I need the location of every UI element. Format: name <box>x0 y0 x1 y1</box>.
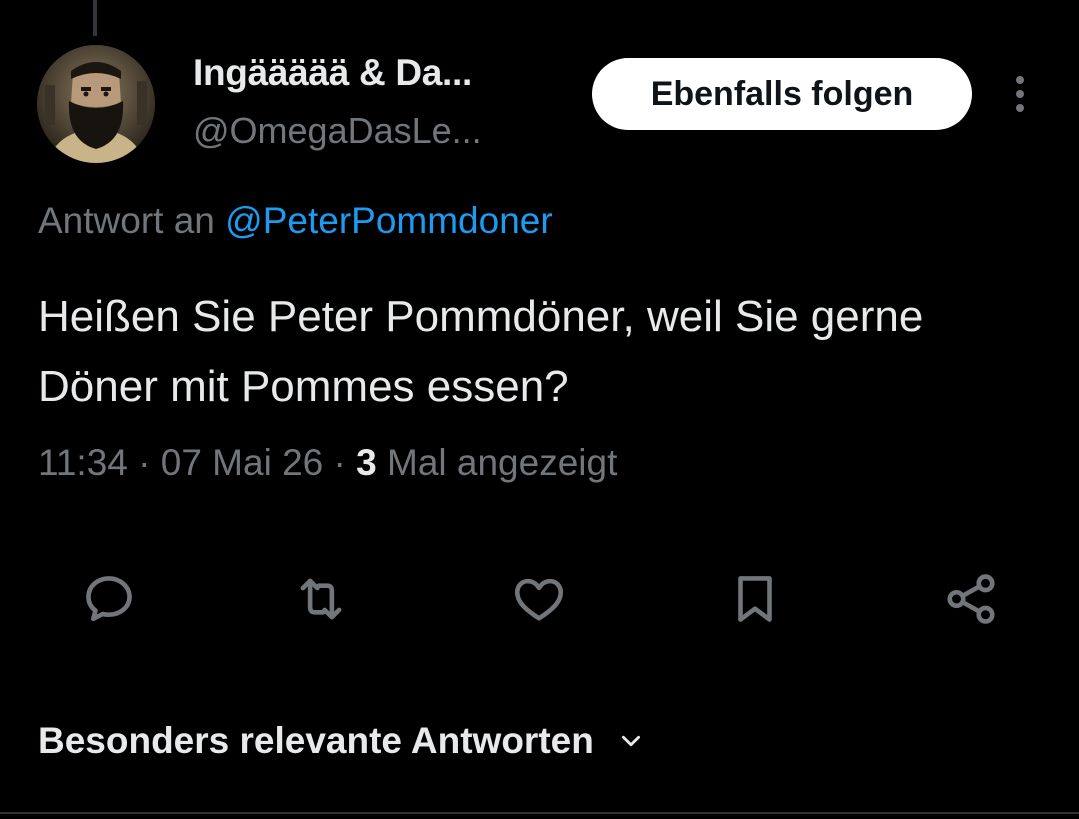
meta-separator: · <box>323 442 357 483</box>
heart-icon <box>514 578 564 621</box>
action-bar <box>0 566 1079 632</box>
tweet-time[interactable]: 11:34 <box>38 442 128 483</box>
thread-connector-line <box>93 0 97 36</box>
more-options-icon[interactable] <box>1004 72 1036 116</box>
meta-separator: · <box>127 442 161 483</box>
avatar[interactable] <box>37 45 155 163</box>
follow-button[interactable]: Ebenfalls folgen <box>592 58 972 130</box>
chevron-down-icon <box>618 728 644 754</box>
replies-sort-dropdown[interactable]: Besonders relevante Antworten <box>38 720 644 762</box>
reply-context-prefix: Antwort an <box>38 200 226 241</box>
repost-button[interactable] <box>288 566 354 632</box>
views-count: 3 <box>356 442 377 483</box>
reply-button[interactable] <box>76 566 142 632</box>
views-label: Mal angezeigt <box>376 442 618 483</box>
bookmark-button[interactable] <box>722 566 788 632</box>
tweet-text: Heißen Sie Peter Pommdöner, weil Sie ger… <box>38 292 924 411</box>
repost-arrows-icon <box>300 578 342 620</box>
divider <box>0 812 1079 814</box>
reply-context: Antwort an @PeterPommdoner <box>38 200 553 242</box>
replies-sort-label: Besonders relevante Antworten <box>38 720 594 761</box>
like-button[interactable] <box>506 566 572 632</box>
reply-mention-link[interactable]: @PeterPommdoner <box>225 200 553 241</box>
share-nodes-icon <box>947 574 995 624</box>
speech-bubble-icon <box>86 576 132 622</box>
bookmark-icon <box>738 576 772 622</box>
avatar-image <box>37 45 155 163</box>
tweet-metadata: 11:34 · 07 Mai 26 · 3 Mal angezeigt <box>38 442 617 484</box>
author-display-name[interactable]: Ingäääää & Da... <box>193 52 472 94</box>
tweet-date[interactable]: 07 Mai 26 <box>161 442 324 483</box>
share-button[interactable] <box>938 566 1004 632</box>
author-handle[interactable]: @OmegaDasLe... <box>193 110 482 152</box>
